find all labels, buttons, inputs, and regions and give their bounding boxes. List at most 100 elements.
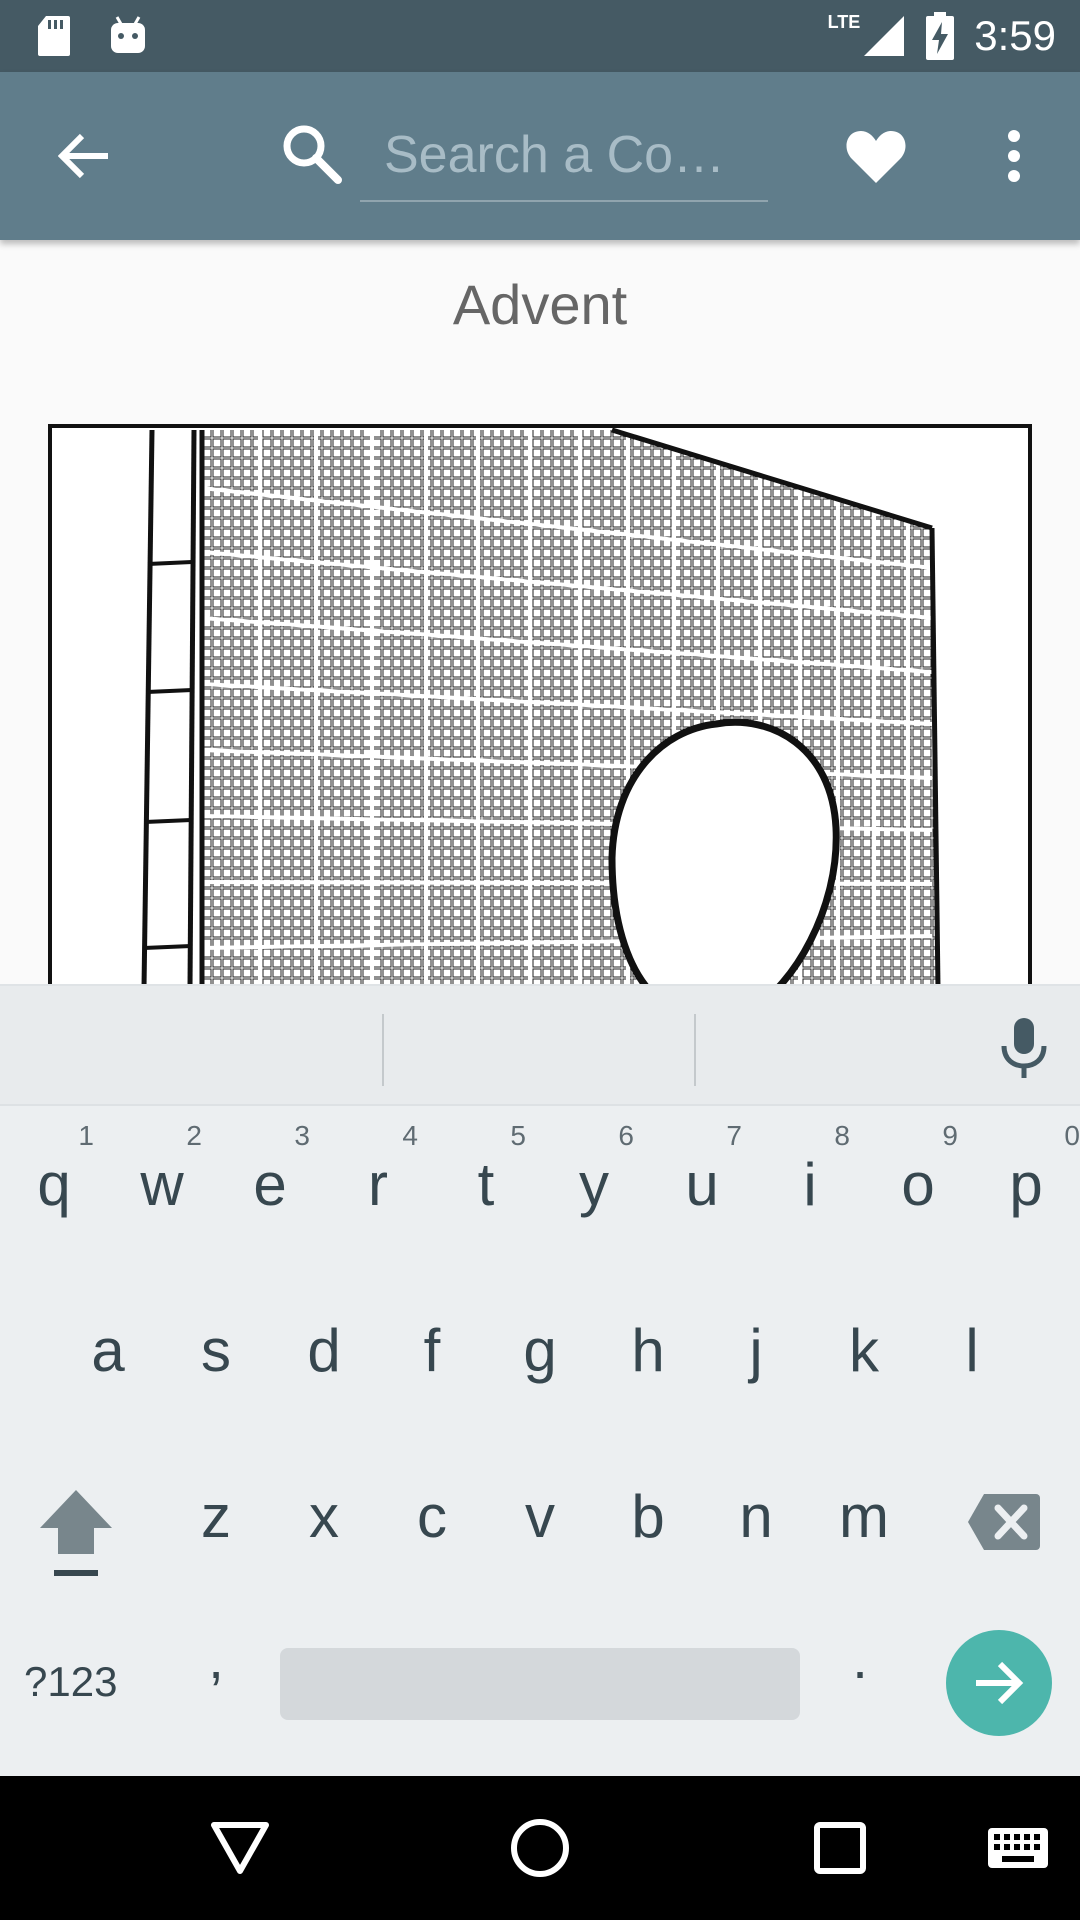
system-nav-bar [0, 1776, 1080, 1920]
key-label: l [965, 1317, 979, 1384]
key-label: b [631, 1483, 665, 1550]
recents-square-icon [814, 1822, 866, 1874]
back-arrow-icon [58, 133, 108, 179]
key-hint: 2 [186, 1120, 202, 1151]
key-f[interactable]: f [378, 1272, 486, 1432]
key-hint: 8 [834, 1120, 850, 1151]
space-key[interactable] [280, 1648, 800, 1720]
key-label: x [309, 1483, 339, 1550]
key-hint: 6 [618, 1120, 634, 1151]
microphone-icon[interactable] [996, 1016, 1052, 1080]
app-bar [0, 72, 1080, 240]
go-key[interactable] [946, 1630, 1052, 1736]
key-label: i [803, 1151, 817, 1218]
key-label: h [631, 1317, 665, 1384]
key-q[interactable]: 1q [0, 1106, 108, 1266]
comic-title: Advent [452, 273, 628, 336]
soft-keyboard: 1q 2w 3e 4r 5t 6y 7u 8i 9o 0p a s d f g … [0, 984, 1080, 1776]
key-z[interactable]: z [162, 1438, 270, 1598]
sd-card-icon [38, 16, 70, 56]
key-label: d [307, 1317, 341, 1384]
home-circle-icon [511, 1819, 569, 1877]
suggestion-divider [694, 1014, 696, 1086]
overflow-menu-button[interactable] [990, 120, 1038, 192]
backspace-key[interactable] [966, 1492, 1042, 1552]
network-type-label: LTE [827, 11, 861, 32]
battery-charging-icon [926, 12, 955, 60]
key-p[interactable]: 0p [972, 1106, 1080, 1266]
key-label: y [579, 1151, 609, 1218]
key-m[interactable]: m [810, 1438, 918, 1598]
key-label: z [201, 1483, 231, 1550]
key-hint: 9 [942, 1120, 958, 1151]
back-triangle-icon [211, 1822, 269, 1874]
key-l[interactable]: l [918, 1272, 1026, 1432]
key-x[interactable]: x [270, 1438, 378, 1598]
key-j[interactable]: j [702, 1272, 810, 1432]
key-label: g [523, 1317, 557, 1384]
nav-back-button[interactable] [204, 1812, 276, 1884]
key-label: a [91, 1317, 125, 1384]
backspace-icon [968, 1494, 1040, 1550]
key-label: k [849, 1317, 879, 1384]
heart-icon [846, 131, 906, 183]
key-label: r [368, 1151, 388, 1218]
comic-image[interactable] [48, 424, 1032, 984]
key-a[interactable]: a [54, 1272, 162, 1432]
suggestion-strip [0, 986, 1080, 1106]
status-time: 3:59 [974, 12, 1056, 59]
key-i[interactable]: 8i [756, 1106, 864, 1266]
symbols-key[interactable]: ?123 [24, 1642, 152, 1722]
back-button[interactable] [48, 120, 120, 192]
key-h[interactable]: h [594, 1272, 702, 1432]
key-r[interactable]: 4r [324, 1106, 432, 1266]
signal-icon [864, 16, 905, 56]
nav-home-button[interactable] [504, 1812, 576, 1884]
nav-keyboard-switch[interactable] [982, 1812, 1054, 1884]
key-o[interactable]: 9o [864, 1106, 972, 1266]
shift-key[interactable] [36, 1486, 116, 1582]
key-label: v [525, 1483, 555, 1550]
key-w[interactable]: 2w [108, 1106, 216, 1266]
keyboard-icon [988, 1828, 1048, 1868]
favorite-button[interactable] [840, 120, 912, 192]
suggestion-divider [382, 1014, 384, 1086]
key-hint: 4 [402, 1120, 418, 1151]
key-label: u [685, 1151, 719, 1218]
comma-key[interactable]: , [180, 1626, 252, 1726]
more-vert-icon [1008, 130, 1020, 182]
key-n[interactable]: n [702, 1438, 810, 1598]
key-label: m [839, 1483, 889, 1550]
key-hint: 1 [78, 1120, 94, 1151]
status-bar: LTE 3:59 [0, 0, 1080, 72]
key-t[interactable]: 5t [432, 1106, 540, 1266]
key-label: p [1009, 1151, 1043, 1218]
arrow-forward-icon [976, 1661, 1024, 1705]
key-hint: 3 [294, 1120, 310, 1151]
key-label: j [749, 1317, 763, 1384]
key-v[interactable]: v [486, 1438, 594, 1598]
key-label: w [140, 1151, 184, 1218]
key-e[interactable]: 3e [216, 1106, 324, 1266]
nav-recents-button[interactable] [804, 1812, 876, 1884]
key-hint: 0 [1064, 1120, 1080, 1151]
period-key[interactable]: . [830, 1626, 890, 1726]
key-label: e [253, 1151, 287, 1218]
key-label: o [901, 1151, 935, 1218]
key-g[interactable]: g [486, 1272, 594, 1432]
key-k[interactable]: k [810, 1272, 918, 1432]
key-u[interactable]: 7u [648, 1106, 756, 1266]
key-label: f [423, 1317, 441, 1384]
search-icon [283, 125, 342, 184]
key-y[interactable]: 6y [540, 1106, 648, 1266]
android-icon [111, 16, 145, 53]
key-label: c [417, 1483, 447, 1550]
key-b[interactable]: b [594, 1438, 702, 1598]
key-c[interactable]: c [378, 1438, 486, 1598]
key-label: t [477, 1151, 495, 1218]
key-label: n [739, 1483, 773, 1550]
key-label: s [201, 1317, 231, 1384]
key-s[interactable]: s [162, 1272, 270, 1432]
search-input[interactable] [360, 110, 768, 202]
key-d[interactable]: d [270, 1272, 378, 1432]
